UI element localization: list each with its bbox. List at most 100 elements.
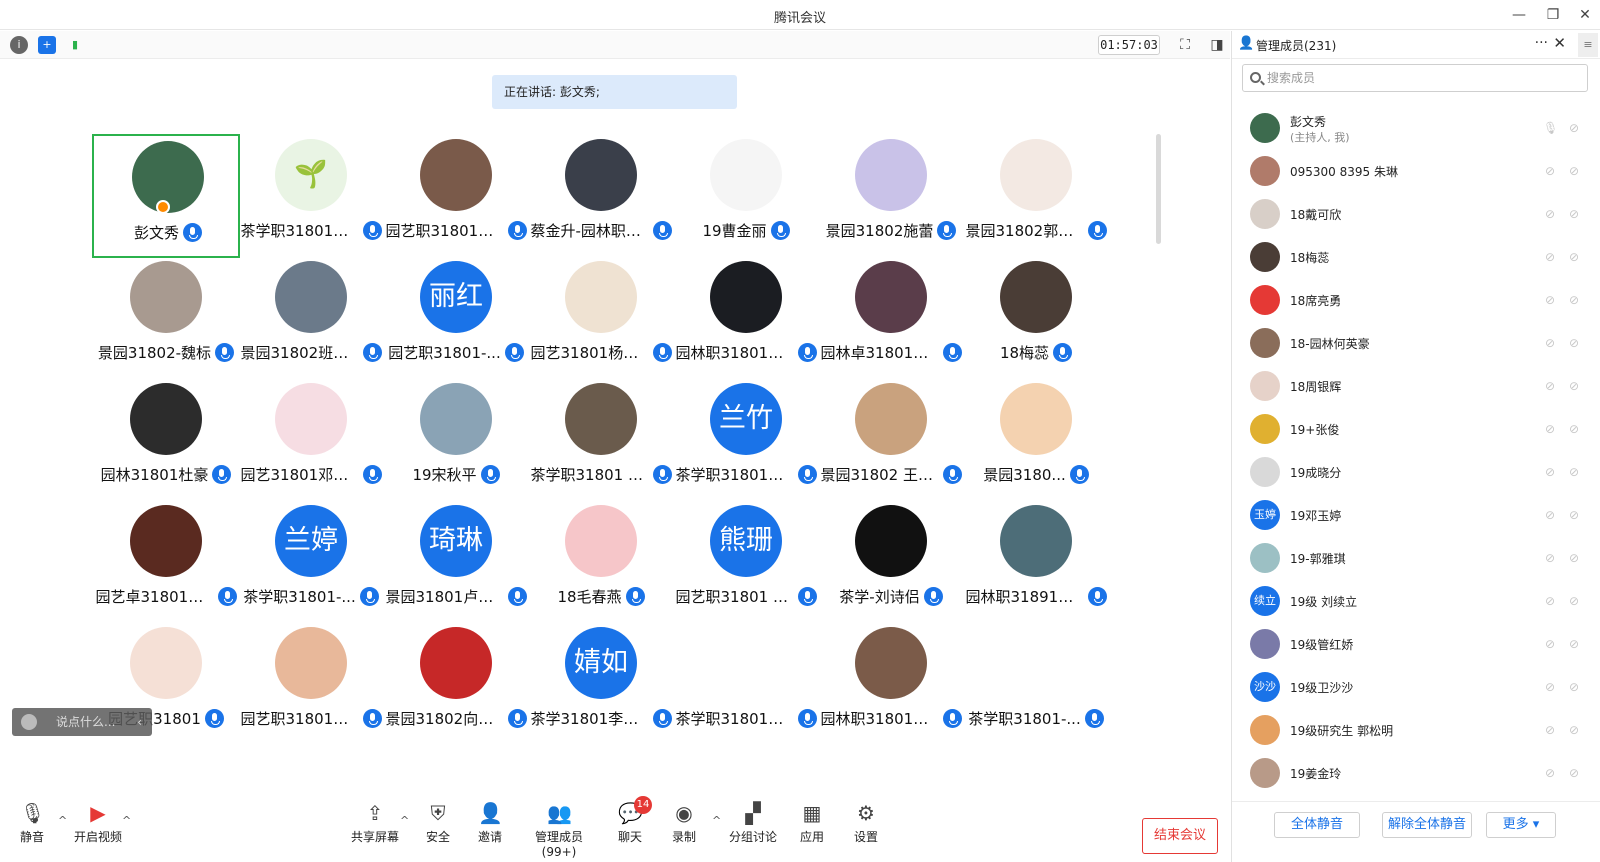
participant-tile[interactable]: 景园31802 王一... [817,378,965,502]
apps-button[interactable]: ▦ 应用 [798,800,826,862]
participant-tile[interactable]: 婧如 茶学31801李婧如 [527,622,675,734]
member-row[interactable]: 18周银辉 ⊘ ⊘ [1232,365,1600,409]
participant-tile[interactable]: 蔡金升-园林职3... [527,134,675,258]
camera-off-icon[interactable]: ⊘ [1565,464,1583,480]
participant-tile[interactable]: 园林职31801董... [672,256,820,380]
microphone-muted-icon[interactable]: ⊘ [1543,679,1557,695]
member-row[interactable]: 玉婷 19邓玉婷 ⊘ ⊘ [1232,494,1600,538]
participant-tile[interactable]: 园艺职31801陈鑫 [237,622,385,734]
participant-tile[interactable]: 茶学-刘诗侣 [817,500,965,624]
microphone-muted-icon[interactable]: ⊘ [1543,550,1557,566]
mute-all-button[interactable]: 全体静音 [1274,812,1360,838]
participant-tile[interactable]: 园林31801杜豪 [92,378,240,502]
member-row[interactable]: 19+张俊 ⊘ ⊘ [1232,408,1600,452]
participant-tile[interactable]: 茶学职31801 张... [527,378,675,502]
share-screen-button[interactable]: ⇪ 共享屏幕 [350,800,400,862]
participant-tile[interactable]: 园林职31801朱... [817,622,965,734]
microphone-muted-icon[interactable]: ⊘ [1543,206,1557,222]
breakout-button[interactable]: ▞ 分组讨论 [728,800,778,862]
participant-tile[interactable]: 园艺卓31801侯... [92,500,240,624]
member-row[interactable]: 18席亮勇 ⊘ ⊘ [1232,279,1600,323]
participant-tile[interactable]: 熊珊 园艺职31801 能... [672,500,820,624]
microphone-muted-icon[interactable]: ⊘ [1543,593,1557,609]
member-row[interactable]: 19级管红娇 ⊘ ⊘ [1232,623,1600,667]
camera-off-icon[interactable]: ⊘ [1565,163,1583,179]
participant-tile[interactable]: 茶学职31801向祺 [672,622,820,734]
member-search-input[interactable]: 搜索成员 [1242,64,1588,92]
camera-off-icon[interactable]: ⊘ [1565,421,1583,437]
more-options-button[interactable]: 更多 ▾ [1486,812,1556,838]
microphone-muted-icon[interactable]: ⊘ [1543,765,1557,781]
camera-off-icon[interactable]: ⊘ [1565,765,1583,781]
member-row[interactable]: 彭文秀 (主持人, 我) 🎙 ⊘ [1232,107,1600,151]
participant-tile[interactable]: 兰竹 茶学职31801兰竹 [672,378,820,502]
microphone-muted-icon[interactable]: ⊘ [1543,292,1557,308]
member-row[interactable]: 18梅蕊 ⊘ ⊘ [1232,236,1600,280]
microphone-muted-icon[interactable]: ⊘ [1543,722,1557,738]
member-row[interactable]: 18-园林何英豪 ⊘ ⊘ [1232,322,1600,366]
invite-button[interactable]: 👤 邀请 [476,800,504,862]
participant-tile[interactable]: 景园31802郭龙欣 [962,134,1110,258]
grid-scrollbar[interactable] [1156,134,1161,244]
emoji-icon[interactable] [21,714,37,730]
info-icon[interactable]: i [10,36,28,54]
participant-tile[interactable]: 18梅蕊 [962,256,1110,380]
collapse-icon[interactable]: ‹ [137,708,142,736]
manage-members-button[interactable]: 👥 管理成员(99+) [522,800,596,862]
participant-tile[interactable]: 景园31802-魏标 [92,256,240,380]
participant-tile[interactable]: 🌱 茶学职31801向洋 [237,134,385,258]
camera-off-icon[interactable]: ⊘ [1565,636,1583,652]
microphone-icon[interactable]: 🎙 [1543,120,1558,136]
camera-off-icon[interactable]: ⊘ [1565,507,1583,523]
member-row[interactable]: 18戴可欣 ⊘ ⊘ [1232,193,1600,237]
layout-icon[interactable]: ◨ [1208,36,1226,54]
mute-button[interactable]: 🎙 静音 [18,800,46,862]
minimize-button[interactable]: — [1508,4,1530,26]
participant-tile[interactable]: 19曹金丽 [672,134,820,258]
member-row[interactable]: 19姜金玲 ⊘ ⊘ [1232,752,1600,796]
camera-off-icon[interactable]: ⊘ [1565,722,1583,738]
member-row[interactable]: 19-郭雅琪 ⊘ ⊘ [1232,537,1600,581]
camera-off-icon[interactable]: ⊘ [1565,550,1583,566]
video-options-caret[interactable]: ^ [122,814,131,827]
side-menu-icon[interactable]: ≡ [1578,33,1598,57]
participant-tile[interactable]: 彭文秀 [92,134,240,258]
participant-tile[interactable]: 景园31802班周... [237,256,385,380]
camera-off-icon[interactable]: ⊘ [1565,292,1583,308]
record-button[interactable]: ◉ 录制 [670,800,698,862]
chat-input-bubble[interactable]: 说点什么... ‹ [12,708,152,736]
participant-tile[interactable]: 园艺31801邓泽君 [237,378,385,502]
participant-tile[interactable]: 茶学职31801-... [962,622,1110,734]
microphone-muted-icon[interactable]: ⊘ [1543,421,1557,437]
participant-tile[interactable]: 园林卓31801王挪 [817,256,965,380]
participant-tile[interactable]: 园艺职31801李欣 [382,134,530,258]
participant-tile[interactable]: 19宋秋平 [382,378,530,502]
security-button[interactable]: ⛨ 安全 [424,800,452,862]
participant-tile[interactable]: 18毛春燕 [527,500,675,624]
microphone-muted-icon[interactable]: ⊘ [1543,249,1557,265]
camera-off-icon[interactable]: ⊘ [1565,679,1583,695]
participant-tile[interactable]: 景园3180... [962,378,1110,502]
member-row[interactable]: 19成晓分 ⊘ ⊘ [1232,451,1600,495]
member-row[interactable]: 19级研究生 郭松明 ⊘ ⊘ [1232,709,1600,753]
camera-off-icon[interactable]: ⊘ [1565,593,1583,609]
close-window-button[interactable]: ✕ [1574,4,1596,26]
microphone-muted-icon[interactable]: ⊘ [1543,335,1557,351]
security-shield-icon[interactable]: + [38,36,56,54]
close-panel-icon[interactable]: ✕ [1553,34,1566,52]
microphone-muted-icon[interactable]: ⊘ [1543,507,1557,523]
participant-tile[interactable]: 兰婷 茶学职31801-... [237,500,385,624]
settings-button[interactable]: ⚙ 设置 [852,800,880,862]
member-row[interactable]: 095300 8395 朱琳 ⊘ ⊘ [1232,150,1600,194]
microphone-muted-icon[interactable]: ⊘ [1543,464,1557,480]
camera-off-icon[interactable]: ⊘ [1565,378,1583,394]
participant-tile[interactable]: 景园31802向忠兵 [382,622,530,734]
camera-off-icon[interactable]: ⊘ [1565,206,1583,222]
participant-tile[interactable]: 丽红 园艺职31801-... [382,256,530,380]
unmute-all-button[interactable]: 解除全体静音 [1382,812,1472,838]
participant-tile[interactable]: 景园31802施蕾 [817,134,965,258]
participant-tile[interactable]: 园艺31801杨秀蓉 [527,256,675,380]
chat-button[interactable]: 💬 14 聊天 [616,796,652,862]
share-options-caret[interactable]: ^ [400,814,409,827]
end-meeting-button[interactable]: 结束会议 [1142,818,1218,854]
